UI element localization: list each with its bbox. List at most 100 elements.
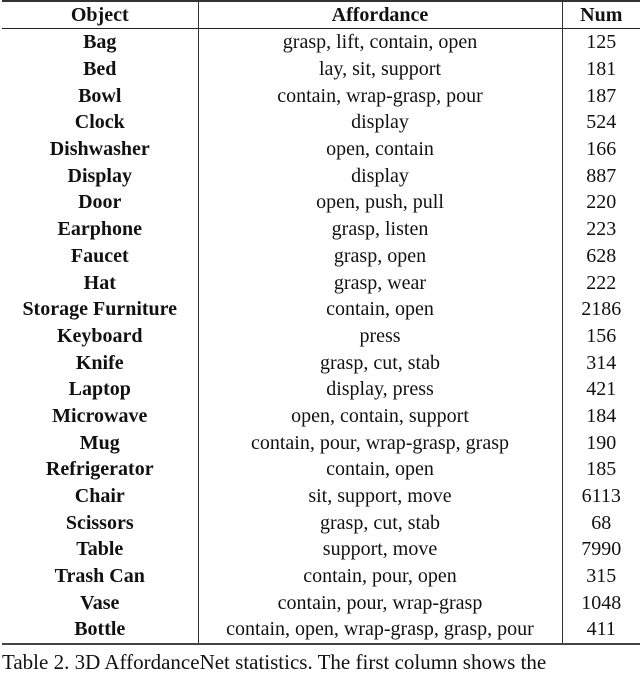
table-row: Faucet grasp, open 628 bbox=[2, 242, 640, 270]
cell-num: 190 bbox=[561, 429, 640, 456]
cell-object: Chair bbox=[74, 485, 125, 508]
cell-object: Faucet bbox=[70, 244, 129, 267]
table-caption: Table 2. 3D AffordanceNet statistics. Th… bbox=[2, 650, 547, 674]
cell-affordance: grasp, wear bbox=[197, 269, 562, 296]
table-row: Bowl contain, wrap-grasp, pour 187 bbox=[2, 82, 640, 110]
table-row: Laptop display, press 421 bbox=[2, 375, 640, 403]
table-row: Chair sit, support, move 6113 bbox=[2, 482, 640, 510]
cell-num: 223 bbox=[561, 215, 640, 243]
cell-object: Storage Furniture bbox=[22, 298, 178, 321]
cell-affordance: contain, pour, wrap-grasp bbox=[197, 589, 562, 617]
cell-affordance: support, move bbox=[197, 536, 562, 563]
cell-affordance: contain, open bbox=[197, 456, 562, 483]
cell-num: 220 bbox=[561, 189, 640, 216]
header-num: Num bbox=[561, 1, 640, 29]
cell-object: Knife bbox=[75, 351, 124, 374]
cell-object: Trash Can bbox=[54, 565, 145, 588]
cell-object: Dishwasher bbox=[49, 138, 150, 161]
cell-object: Refrigerator bbox=[45, 458, 154, 481]
table-row: Display display 887 bbox=[2, 162, 640, 190]
statistics-table-container: Object Affordance Num Bag grasp, lift, co… bbox=[2, 0, 640, 645]
cell-object: Earphone bbox=[57, 218, 142, 241]
cell-affordance: grasp, lift, contain, open bbox=[197, 28, 562, 56]
cell-num: 314 bbox=[561, 349, 640, 376]
table-row: Trash Can contain, pour, open 315 bbox=[2, 562, 640, 590]
header-object: Object bbox=[70, 4, 129, 26]
cell-num: 1048 bbox=[561, 589, 640, 617]
cell-object: Door bbox=[78, 191, 122, 214]
cell-object: Bag bbox=[83, 31, 117, 54]
cell-object: Mug bbox=[79, 431, 120, 454]
cell-object: Hat bbox=[83, 271, 116, 294]
cell-affordance: grasp, listen bbox=[197, 215, 562, 243]
cell-num: 68 bbox=[561, 509, 640, 537]
table-row: Scissors grasp, cut, stab 68 bbox=[2, 509, 640, 537]
table-row: Keyboard press 156 bbox=[2, 322, 640, 350]
cell-num: 166 bbox=[561, 135, 640, 163]
cell-num: 181 bbox=[561, 55, 640, 83]
cell-object: Bottle bbox=[74, 618, 126, 641]
cell-num: 411 bbox=[561, 616, 640, 644]
cell-affordance: sit, support, move bbox=[197, 482, 562, 510]
cell-object: Display bbox=[67, 164, 132, 187]
table-row: Knife grasp, cut, stab 314 bbox=[2, 349, 640, 376]
cell-num: 315 bbox=[561, 562, 640, 590]
table-row: Bed lay, sit, support 181 bbox=[2, 55, 640, 83]
cell-object: Table bbox=[76, 538, 124, 561]
cell-affordance: display bbox=[197, 109, 562, 136]
cell-affordance: contain, pour, open bbox=[197, 562, 562, 590]
table-row: Vase contain, pour, wrap-grasp 1048 bbox=[2, 589, 640, 617]
cell-num: 187 bbox=[561, 82, 640, 110]
cell-num: 421 bbox=[561, 375, 640, 403]
cell-object: Keyboard bbox=[56, 324, 143, 347]
cell-object: Microwave bbox=[52, 404, 148, 427]
cell-affordance: grasp, open bbox=[197, 242, 562, 270]
table-row: Dishwasher open, contain 166 bbox=[2, 135, 640, 163]
cell-num: 125 bbox=[561, 28, 640, 56]
table-row: Door open, push, pull 220 bbox=[2, 189, 640, 216]
cell-affordance: open, push, pull bbox=[197, 189, 562, 216]
cell-num: 6113 bbox=[561, 482, 640, 510]
cell-affordance: contain, wrap-grasp, pour bbox=[197, 82, 562, 110]
cell-object: Scissors bbox=[65, 511, 134, 534]
cell-num: 628 bbox=[561, 242, 640, 270]
cell-object: Laptop bbox=[68, 378, 131, 401]
cell-num: 524 bbox=[561, 109, 640, 136]
table-row: Clock display 524 bbox=[2, 109, 640, 136]
affordance-statistics-table: Object Affordance Num Bag grasp, lift, co… bbox=[2, 0, 640, 645]
table-row: Earphone grasp, listen 223 bbox=[2, 215, 640, 243]
cell-object: Vase bbox=[80, 591, 120, 614]
cell-affordance: display, press bbox=[197, 375, 562, 403]
cell-num: 156 bbox=[561, 322, 640, 350]
cell-affordance: contain, pour, wrap-grasp, grasp bbox=[197, 429, 562, 456]
cell-affordance: grasp, cut, stab bbox=[197, 509, 562, 537]
table-row: Refrigerator contain, open 185 bbox=[2, 456, 640, 483]
table-row: Storage Furniture contain, open 2186 bbox=[2, 295, 640, 323]
cell-affordance: open, contain bbox=[197, 135, 562, 163]
cell-affordance: press bbox=[197, 322, 562, 350]
table-body: Bag grasp, lift, contain, open 125 Bed lay, … bbox=[2, 28, 640, 644]
cell-num: 184 bbox=[561, 402, 640, 430]
cell-affordance: grasp, cut, stab bbox=[197, 349, 562, 376]
cell-object: Clock bbox=[74, 111, 125, 134]
table-row: Microwave open, contain, support 184 bbox=[2, 402, 640, 430]
header-row: Object Affordance Num bbox=[2, 1, 640, 29]
cell-object: Bowl bbox=[78, 84, 122, 107]
table-row: Hat grasp, wear 222 bbox=[2, 269, 640, 296]
cell-num: 222 bbox=[561, 269, 640, 296]
header-affordance: Affordance bbox=[197, 1, 562, 29]
cell-affordance: lay, sit, support bbox=[197, 55, 562, 83]
table-row: Mug contain, pour, wrap-grasp, grasp 190 bbox=[2, 429, 640, 456]
table-row: Bottle contain, open, wrap-grasp, grasp, … bbox=[2, 616, 640, 644]
table-row: Table support, move 7990 bbox=[2, 536, 640, 563]
cell-object: Bed bbox=[83, 58, 117, 81]
cell-affordance: contain, open, wrap-grasp, grasp, pour bbox=[197, 616, 562, 644]
cell-affordance: display bbox=[197, 162, 562, 190]
cell-num: 185 bbox=[561, 456, 640, 483]
table-row: Bag grasp, lift, contain, open 125 bbox=[2, 28, 640, 56]
cell-num: 7990 bbox=[561, 536, 640, 563]
cell-num: 2186 bbox=[561, 295, 640, 323]
table-header: Object Affordance Num bbox=[2, 1, 640, 29]
cell-affordance: open, contain, support bbox=[197, 402, 562, 430]
cell-num: 887 bbox=[561, 162, 640, 190]
